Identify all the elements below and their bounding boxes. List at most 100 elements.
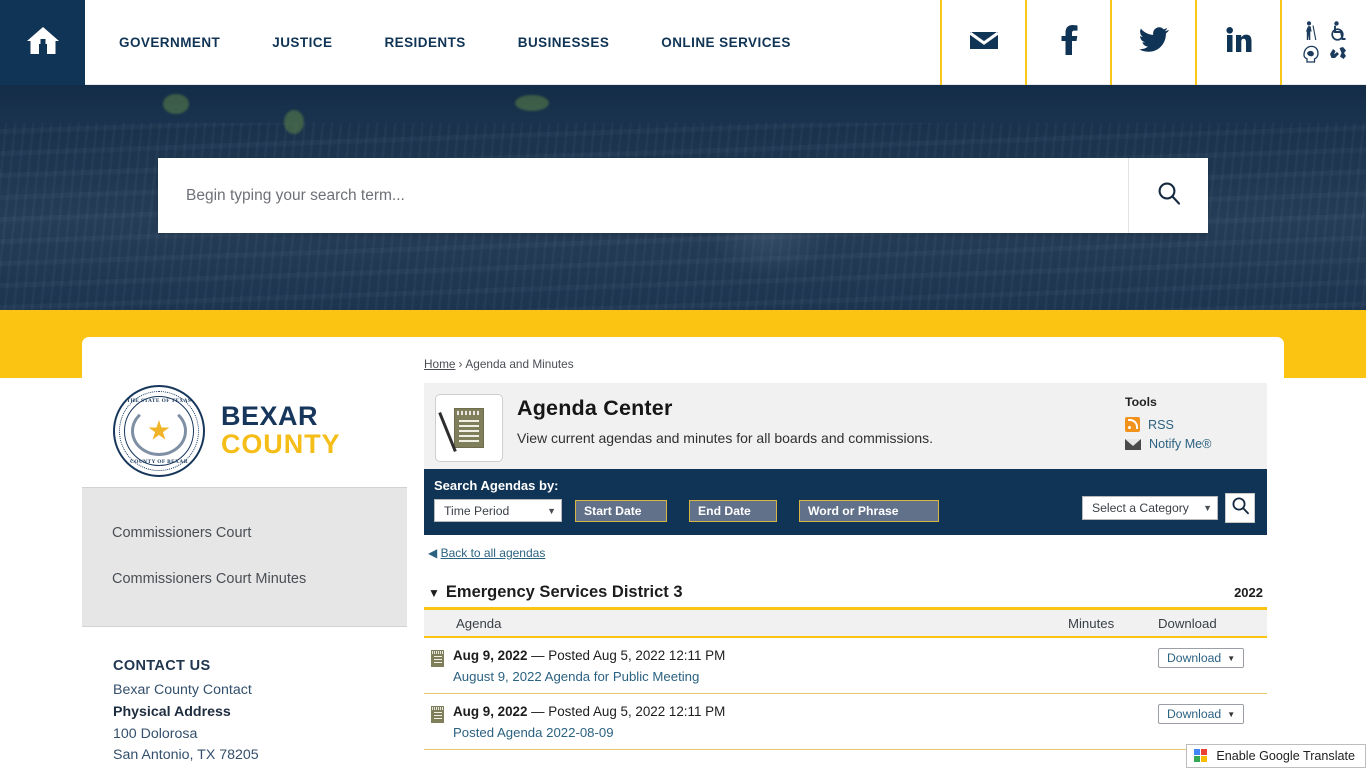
site-logo[interactable]: THE STATE OF TEXAS ★ COUNTY OF BEXAR BEX… bbox=[82, 337, 407, 487]
page-content-card: THE STATE OF TEXAS ★ COUNTY OF BEXAR BEX… bbox=[82, 337, 1284, 768]
time-period-value: Time Period bbox=[444, 503, 510, 518]
agenda-date: Aug 9, 2022 bbox=[453, 704, 528, 719]
page-subtitle: View current agendas and minutes for all… bbox=[517, 430, 934, 446]
download-button[interactable]: Download ▼ bbox=[1158, 704, 1245, 724]
hero-foliage-1 bbox=[163, 94, 189, 114]
page-header-panel: Agenda Center View current agendas and m… bbox=[424, 383, 1267, 469]
agenda-group-header: ▼ Emergency Services District 3 2022 bbox=[424, 567, 1267, 610]
linkedin-link[interactable] bbox=[1195, 0, 1280, 85]
search-agendas-label: Search Agendas by: bbox=[434, 478, 559, 493]
nav-link-residents[interactable]: RESIDENTS bbox=[384, 35, 465, 50]
search-icon bbox=[1231, 496, 1250, 520]
nav-link-justice[interactable]: JUSTICE bbox=[272, 35, 332, 50]
sidebar-item-commissioners-court[interactable]: Commissioners Court bbox=[82, 510, 407, 556]
wheelchair-icon[interactable] bbox=[1329, 21, 1348, 41]
start-date-input[interactable]: Start Date bbox=[575, 499, 667, 522]
facebook-link[interactable] bbox=[1025, 0, 1110, 85]
search-icon bbox=[1156, 180, 1182, 211]
left-triangle-icon: ◀ bbox=[428, 546, 438, 560]
seal-text-bottom: COUNTY OF BEXAR bbox=[129, 459, 188, 465]
table-row: Aug 9, 2022 — Posted Aug 5, 2022 12:11 P… bbox=[424, 694, 1267, 750]
facebook-icon bbox=[1059, 25, 1079, 60]
breadcrumb-home[interactable]: Home bbox=[424, 357, 455, 371]
nav-link-government[interactable]: GOVERNMENT bbox=[119, 35, 220, 50]
sign-language-icon[interactable] bbox=[1328, 45, 1348, 63]
download-label: Download bbox=[1167, 651, 1222, 665]
enable-google-translate-button[interactable]: Enable Google Translate bbox=[1186, 744, 1366, 768]
agenda-download-cell: Download ▼ bbox=[1158, 704, 1263, 724]
category-value: Select a Category bbox=[1092, 501, 1189, 515]
main-content: Home › Agenda and Minutes Agenda Center Vi… bbox=[407, 337, 1284, 768]
sidebar-nav: Commissioners Court Commissioners Court … bbox=[82, 487, 407, 627]
time-period-select[interactable]: Time Period ▼ bbox=[434, 499, 562, 522]
breadcrumb-separator: › bbox=[458, 357, 463, 371]
envelope-icon bbox=[1125, 438, 1141, 450]
twitter-icon bbox=[1138, 27, 1169, 58]
twitter-link[interactable] bbox=[1110, 0, 1195, 85]
left-sidebar: THE STATE OF TEXAS ★ COUNTY OF BEXAR BEX… bbox=[82, 337, 407, 768]
agenda-posted: — Posted Aug 5, 2022 12:11 PM bbox=[531, 648, 726, 663]
column-header-agenda: Agenda bbox=[456, 615, 502, 631]
google-translate-icon bbox=[1194, 749, 1208, 763]
search-input[interactable] bbox=[158, 158, 1128, 233]
bexar-county-seal-icon: THE STATE OF TEXAS ★ COUNTY OF BEXAR bbox=[113, 385, 205, 477]
contact-heading: CONTACT US bbox=[113, 658, 211, 674]
agenda-posted: — Posted Aug 5, 2022 12:11 PM bbox=[531, 704, 726, 719]
nav-link-businesses[interactable]: BUSINESSES bbox=[518, 35, 610, 50]
chevron-down-icon: ▼ bbox=[547, 505, 556, 516]
tools-heading: Tools bbox=[1125, 395, 1157, 409]
agenda-document-icon bbox=[431, 706, 444, 723]
rss-link[interactable]: RSS bbox=[1125, 417, 1245, 432]
hero-foliage-3 bbox=[515, 95, 549, 111]
agenda-group-toggle[interactable]: ▼ Emergency Services District 3 bbox=[428, 583, 683, 602]
end-date-value: End Date bbox=[698, 503, 751, 518]
start-date-value: Start Date bbox=[584, 503, 642, 518]
home-button[interactable] bbox=[0, 0, 85, 85]
site-search-box bbox=[158, 158, 1208, 233]
column-header-minutes: Minutes bbox=[1068, 615, 1115, 631]
hero-foliage-2 bbox=[284, 110, 304, 134]
breadcrumb: Home › Agenda and Minutes bbox=[424, 357, 1267, 371]
triangle-down-icon: ▼ bbox=[428, 586, 440, 600]
back-to-all-agendas-link[interactable]: ◀ Back to all agendas bbox=[428, 546, 545, 560]
category-select[interactable]: Select a Category ▼ bbox=[1082, 496, 1218, 520]
agenda-download-cell: Download ▼ bbox=[1158, 648, 1263, 668]
blind-person-icon[interactable] bbox=[1302, 21, 1319, 41]
word-or-phrase-input[interactable]: Word or Phrase bbox=[799, 499, 939, 522]
rss-label: RSS bbox=[1148, 417, 1174, 432]
contact-address-line1: 100 Dolorosa bbox=[113, 725, 198, 742]
agenda-title-link[interactable]: Posted Agenda 2022-08-09 bbox=[453, 725, 1068, 740]
accessibility-icon-group bbox=[1280, 0, 1366, 85]
nav-link-online-services[interactable]: ONLINE SERVICES bbox=[661, 35, 791, 50]
download-label: Download bbox=[1167, 707, 1222, 721]
chevron-down-icon: ▼ bbox=[1227, 653, 1236, 663]
contact-name[interactable]: Bexar County Contact bbox=[113, 680, 407, 702]
download-button[interactable]: Download ▼ bbox=[1158, 648, 1245, 668]
contact-address-label: Physical Address bbox=[113, 703, 231, 720]
logo-line-bexar: BEXAR bbox=[221, 401, 319, 432]
rss-icon bbox=[1125, 417, 1140, 432]
agenda-title-link[interactable]: August 9, 2022 Agenda for Public Meeting bbox=[453, 669, 1068, 684]
notify-me-label: Notify Me® bbox=[1149, 437, 1212, 451]
email-icon bbox=[968, 29, 999, 56]
cognitive-head-icon[interactable] bbox=[1301, 45, 1320, 63]
agenda-document-icon bbox=[431, 650, 444, 667]
end-date-input[interactable]: End Date bbox=[689, 499, 777, 522]
google-translate-label: Enable Google Translate bbox=[1216, 749, 1355, 763]
table-row: Aug 9, 2022 — Posted Aug 5, 2022 12:11 P… bbox=[424, 638, 1267, 694]
word-or-phrase-value: Word or Phrase bbox=[808, 503, 899, 518]
page-icon-box bbox=[435, 394, 503, 462]
column-header-download: Download bbox=[1158, 615, 1217, 631]
notify-me-link[interactable]: Notify Me® bbox=[1125, 437, 1245, 451]
pencil-icon bbox=[438, 411, 457, 453]
social-icon-group bbox=[940, 0, 1366, 85]
agenda-table-header: Agenda Minutes Download bbox=[424, 610, 1267, 638]
sidebar-item-commissioners-court-minutes[interactable]: Commissioners Court Minutes bbox=[82, 556, 407, 602]
search-submit-button[interactable] bbox=[1128, 158, 1208, 233]
tools-panel: Tools RSS Notify Me® bbox=[1125, 395, 1245, 456]
home-icon bbox=[26, 24, 60, 61]
agenda-search-button[interactable] bbox=[1225, 493, 1255, 523]
top-navigation-bar: GOVERNMENT JUSTICE RESIDENTS BUSINESSES … bbox=[0, 0, 1366, 85]
primary-nav-links: GOVERNMENT JUSTICE RESIDENTS BUSINESSES … bbox=[85, 0, 940, 84]
email-link[interactable] bbox=[940, 0, 1025, 85]
